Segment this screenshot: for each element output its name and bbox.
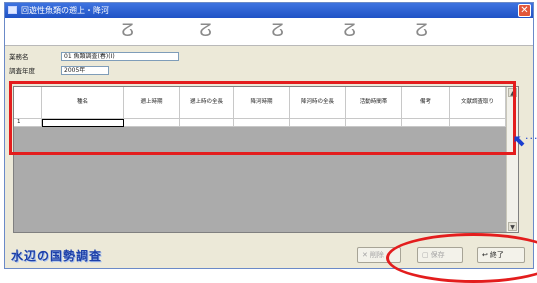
- binder-ring-icon: ⵒ: [271, 21, 284, 41]
- binder-ring-icon: ⵒ: [415, 21, 428, 41]
- delete-button-label: 削除: [369, 251, 384, 259]
- brand-logo: 水辺の国勢調査: [11, 249, 103, 263]
- binder-header: ⵒ ⵒ ⵒ ⵒ ⵒ: [5, 18, 533, 46]
- close-button[interactable]: ✕: [518, 4, 531, 17]
- pointer-dots: ···: [525, 132, 537, 145]
- scroll-down-icon[interactable]: ▼: [508, 222, 517, 231]
- info-panel: 業務名 01 魚類調査(春)(I) 調査年度 2005年: [5, 46, 533, 78]
- highlight-oval: [386, 233, 537, 283]
- app-icon: [8, 6, 17, 14]
- project-value: 01 魚類調査(春)(I): [61, 52, 179, 61]
- binder-ring-icon: ⵒ: [343, 21, 356, 41]
- year-label: 調査年度: [9, 67, 35, 75]
- project-label: 業務名: [9, 53, 29, 61]
- binder-ring-icon: ⵒ: [121, 21, 134, 41]
- year-value: 2005年: [61, 66, 109, 75]
- title-bar: 回遊性魚類の遡上・降河 ✕: [5, 3, 533, 18]
- window-title: 回遊性魚類の遡上・降河: [21, 6, 109, 15]
- delete-icon: ✕: [362, 251, 368, 259]
- binder-ring-icon: ⵒ: [199, 21, 212, 41]
- highlight-box: [9, 81, 516, 155]
